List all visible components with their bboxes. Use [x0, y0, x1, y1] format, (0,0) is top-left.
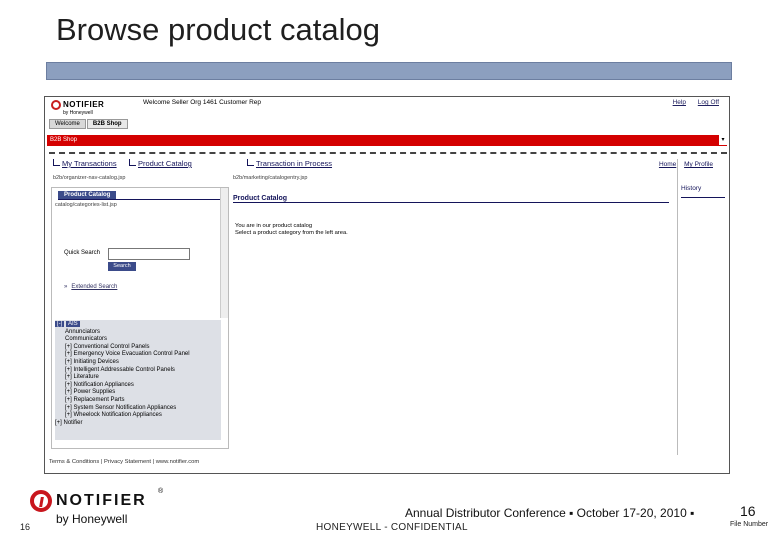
tree-item[interactable]: [+] Conventional Control Panels: [55, 344, 221, 352]
tree-item[interactable]: Annunciators: [55, 329, 221, 337]
folder-icon: [53, 159, 60, 166]
notifier-logo-reg: ®: [158, 488, 164, 495]
tree-root-label: AIS: [66, 321, 80, 327]
tab-b2b-shop[interactable]: B2B Shop: [86, 119, 128, 129]
app-footer: Terms & Conditions | Privacy Statement |…: [49, 459, 200, 465]
extended-search[interactable]: » Extended Search: [64, 284, 117, 290]
main-message-line2: Select a product category from the left …: [235, 230, 348, 236]
left-scrollbar[interactable]: [220, 188, 228, 318]
tree-item[interactable]: [+] Intelligent Addressable Control Pane…: [55, 367, 221, 375]
folder-icon: [129, 159, 136, 166]
confidential-text: HONEYWELL - CONFIDENTIAL: [316, 522, 468, 533]
nav-my-transactions-label: My Transactions: [62, 159, 117, 168]
nav-my-transactions[interactable]: My Transactions: [53, 159, 117, 173]
quick-search-input[interactable]: [108, 248, 190, 260]
shop-bar-label: B2B Shop: [50, 137, 78, 143]
app-logo-brand: NOTIFIER: [63, 100, 105, 109]
main-panel-title: Product Catalog: [233, 195, 669, 203]
tree-item-notifier[interactable]: [+] Notifier: [55, 420, 221, 428]
top-tabs: Welcome B2B Shop: [49, 119, 129, 129]
file-number: File Number: [730, 521, 769, 528]
tree-item[interactable]: [+] Initiating Devices: [55, 359, 221, 367]
tree-item[interactable]: [+] Emergency Voice Evacuation Control P…: [55, 351, 221, 359]
welcome-text: Welcome Seller Org 1461 Customer Rep: [143, 99, 262, 106]
left-panel-header: Product Catalog: [58, 191, 224, 200]
quick-search-label: Quick Search: [64, 250, 101, 256]
shop-bar: B2B Shop ▾: [47, 135, 727, 146]
notifier-logo: NOTIFIER ® by Honeywell: [30, 488, 170, 530]
tree-item[interactable]: [+] System Sensor Notification Appliance…: [55, 405, 221, 413]
help-link[interactable]: Help: [673, 99, 686, 106]
home-link[interactable]: Home: [659, 161, 676, 168]
tab-welcome[interactable]: Welcome: [49, 119, 86, 129]
main-path: b2b/marketing/catalogentry.jsp: [233, 175, 308, 181]
logoff-link[interactable]: Log Off: [698, 99, 719, 106]
main-message: You are in our product catalog Select a …: [235, 223, 348, 237]
tree-item[interactable]: [+] Power Supplies: [55, 389, 221, 397]
history-link[interactable]: History: [681, 185, 725, 198]
history-divider: [677, 159, 678, 455]
my-profile-link[interactable]: My Profile: [684, 161, 713, 168]
extended-search-icon: »: [64, 284, 68, 290]
tree-item[interactable]: Communicators: [55, 336, 221, 344]
slide-title: Browse product catalog: [56, 12, 380, 47]
nav-transaction-label: Transaction in Process: [256, 159, 333, 168]
tree-item[interactable]: [+] Notification Appliances: [55, 382, 221, 390]
inner-path: catalog/categories-list.jsp: [55, 202, 117, 208]
conference-page-number: 16: [740, 503, 756, 519]
notifier-logo-icon: [51, 100, 61, 110]
tree-root[interactable]: [-] AIS: [55, 321, 221, 329]
dashed-divider: [49, 152, 727, 154]
extended-search-label: Extended Search: [71, 284, 118, 290]
nav-product-catalog[interactable]: Product Catalog: [129, 159, 192, 173]
notifier-logo-by: by Honeywell: [56, 512, 128, 526]
notifier-logo-brand: NOTIFIER: [56, 492, 147, 509]
conference-text: Annual Distributor Conference ▪ October …: [405, 506, 695, 520]
nav-transaction-in-process[interactable]: Transaction in Process: [247, 159, 332, 173]
left-path: b2b/organizer-nav-catalog.jsp: [53, 175, 126, 181]
tree-item[interactable]: [+] Literature: [55, 374, 221, 382]
left-panel: Product Catalog catalog/categories-list.…: [51, 187, 229, 449]
tree-root-prefix: [-]: [55, 321, 65, 327]
top-links: Help Log Off: [663, 99, 719, 106]
app-logo-by: by Honeywell: [63, 110, 93, 116]
folder-icon: [247, 159, 254, 166]
main-panel: Product Catalog You are in our product c…: [231, 187, 671, 447]
nav-product-catalog-label: Product Catalog: [138, 159, 192, 168]
app-screenshot: NOTIFIER by Honeywell Welcome Seller Org…: [44, 96, 730, 474]
main-message-line1: You are in our product catalog: [235, 223, 313, 229]
app-header: NOTIFIER by Honeywell Welcome Seller Org…: [45, 97, 729, 133]
title-band: [46, 62, 732, 80]
notifier-logo-icon: [30, 490, 52, 512]
shop-bar-dropdown-icon[interactable]: ▾: [719, 135, 727, 145]
left-panel-title: Product Catalog: [58, 191, 117, 199]
tree-item[interactable]: [+] Wheelock Notification Appliances: [55, 412, 221, 420]
tree-item[interactable]: [+] Replacement Parts: [55, 397, 221, 405]
right-links: Home My Profile: [653, 161, 713, 168]
page-number: 16: [20, 522, 31, 532]
category-tree: [-] AIS Annunciators Communicators [+] C…: [55, 320, 221, 440]
search-button[interactable]: Search: [108, 262, 136, 271]
